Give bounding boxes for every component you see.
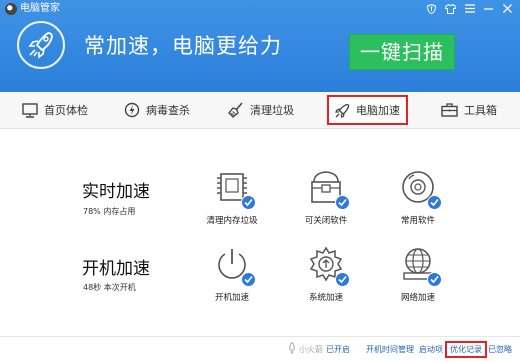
feature-label: 开机加速 bbox=[214, 293, 249, 303]
one-click-scan-button[interactable]: 一键扫描 bbox=[349, 34, 455, 70]
header-banner: 电脑管家 常加速，电脑更给力 一键扫描 bbox=[0, 0, 520, 92]
window-controls bbox=[422, 0, 517, 18]
tab-toolbox[interactable]: 工具箱 bbox=[441, 92, 497, 128]
check-badge-icon bbox=[427, 272, 442, 287]
main-tabbar: 首页体检 病毒查杀 清理垃圾 电脑加速 工具箱 bbox=[0, 92, 520, 129]
broom-icon bbox=[228, 102, 243, 118]
check-badge-icon bbox=[335, 272, 350, 287]
monitor-icon bbox=[22, 102, 38, 118]
tab-label: 工具箱 bbox=[464, 104, 497, 117]
startup-boost-title: 开机加速 bbox=[82, 259, 150, 279]
feature-common-software[interactable]: 常用软件 bbox=[382, 167, 454, 227]
app-logo-icon bbox=[5, 3, 17, 15]
feature-closable-software[interactable]: 可关闭软件 bbox=[290, 167, 362, 227]
feature-label: 常用软件 bbox=[400, 216, 435, 226]
title-bar: 电脑管家 bbox=[0, 0, 520, 18]
feature-clean-memory[interactable]: 清理内存垃圾 bbox=[196, 167, 268, 227]
ignored-link[interactable]: 已忽略 bbox=[488, 344, 512, 355]
rocket-widget-label: 小火箭 bbox=[299, 345, 323, 354]
tab-virus-scan[interactable]: 病毒查杀 bbox=[124, 92, 190, 128]
tab-label: 电脑加速 bbox=[356, 104, 400, 117]
tab-clean-junk[interactable]: 清理垃圾 bbox=[228, 92, 294, 128]
app-title: 电脑管家 bbox=[20, 3, 60, 14]
tab-label: 首页体检 bbox=[44, 104, 88, 117]
tab-home-checkup[interactable]: 首页体检 bbox=[22, 92, 88, 128]
menu-icon[interactable] bbox=[460, 0, 479, 18]
feature-network-boost[interactable]: 网络加速 bbox=[382, 244, 454, 304]
tab-label: 清理垃圾 bbox=[250, 104, 294, 117]
check-badge-icon bbox=[241, 195, 256, 210]
check-badge-icon bbox=[241, 272, 256, 287]
feature-label: 可关闭软件 bbox=[304, 216, 348, 226]
shirt-skin-icon[interactable] bbox=[441, 0, 460, 18]
feature-startup-boost[interactable]: 开机加速 bbox=[196, 244, 268, 304]
toolbox-icon bbox=[441, 103, 458, 117]
bolt-shield-icon bbox=[124, 102, 140, 118]
realtime-boost-title: 实时加速 bbox=[82, 182, 150, 202]
realtime-boost-subtitle: 78% 内存占用 bbox=[83, 207, 136, 216]
check-badge-icon bbox=[427, 195, 442, 210]
optimize-history-link[interactable]: 优化记录 bbox=[445, 341, 487, 358]
small-rocket-icon bbox=[289, 342, 295, 354]
tab-label: 病毒查杀 bbox=[146, 104, 190, 117]
feature-system-boost[interactable]: 系统加速 bbox=[290, 244, 362, 304]
status-bar: 小火箭 已开启 开机时间管理 启动项 优化记录 已忽略 bbox=[0, 336, 520, 362]
startup-boost-subtitle: 48秒 本次开机 bbox=[83, 283, 136, 292]
rocket-badge-icon bbox=[17, 21, 65, 69]
rocket-icon bbox=[335, 103, 350, 118]
feature-label: 网络加速 bbox=[400, 293, 435, 303]
boot-time-manage-link[interactable]: 开机时间管理 bbox=[366, 344, 414, 355]
feature-label: 清理内存垃圾 bbox=[206, 216, 258, 226]
tab-pc-boost[interactable]: 电脑加速 bbox=[327, 95, 408, 125]
slogan-text: 常加速，电脑更给力 bbox=[84, 34, 282, 58]
rocket-widget-toggle[interactable]: 已开启 bbox=[326, 344, 350, 355]
check-badge-icon bbox=[335, 195, 350, 210]
startup-items-link[interactable]: 启动项 bbox=[419, 344, 443, 355]
minimize-icon[interactable] bbox=[479, 0, 498, 18]
shield-icon[interactable] bbox=[422, 0, 441, 18]
close-icon[interactable] bbox=[498, 0, 517, 18]
feature-label: 系统加速 bbox=[308, 293, 343, 303]
